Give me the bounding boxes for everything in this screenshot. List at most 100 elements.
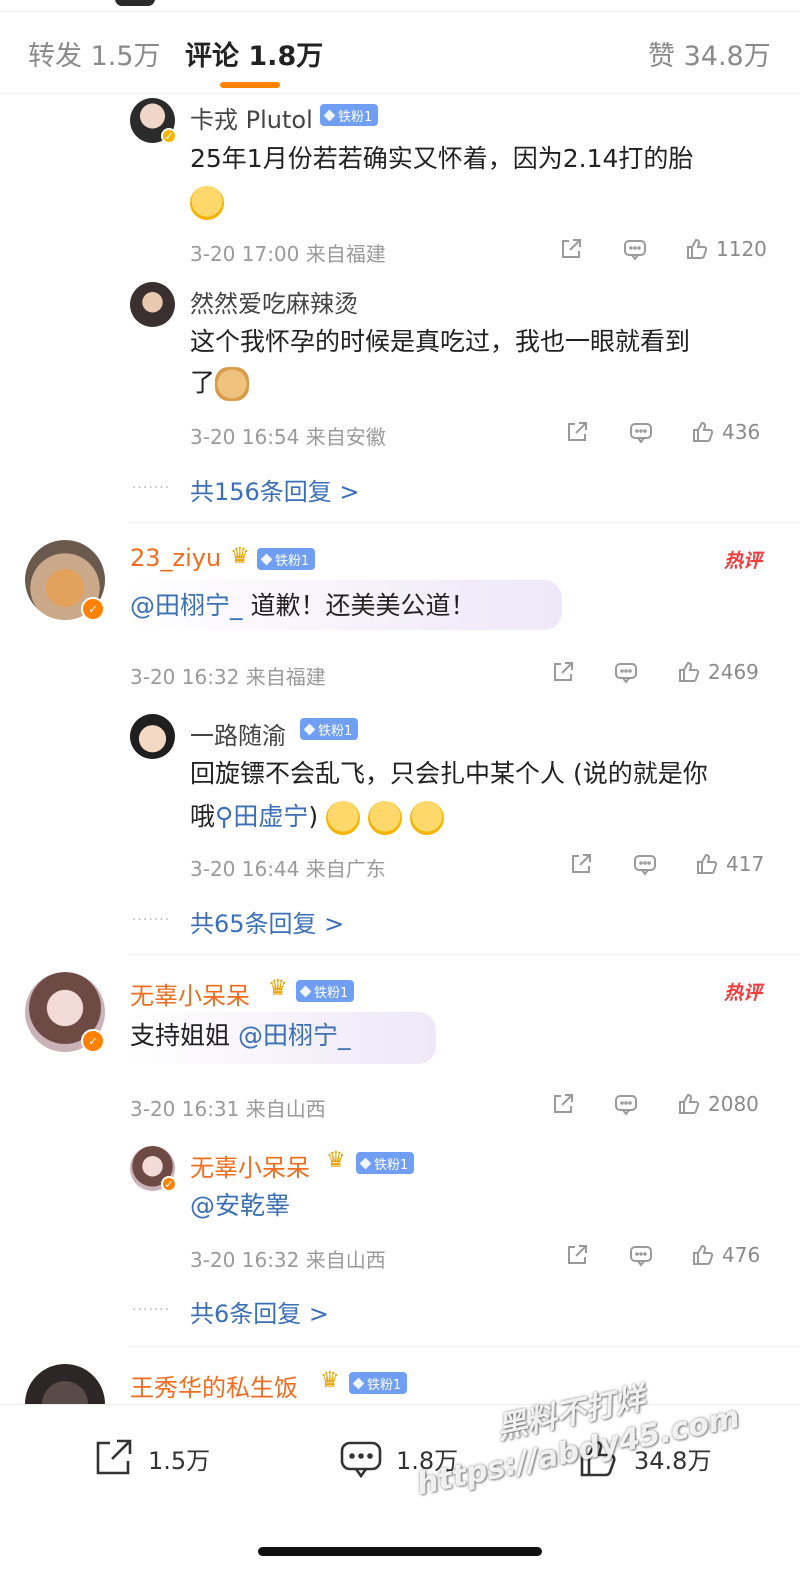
diamond-icon (359, 1157, 372, 1169)
username[interactable]: 无辜小呆呆 (130, 976, 250, 1011)
crying-emoji-icon (190, 186, 224, 220)
fan-badge-label: 铁粉1 (338, 109, 373, 125)
avatar[interactable]: ✓ (25, 972, 105, 1053)
comment-text-fragment: ) (308, 802, 319, 831)
username[interactable]: 一路随渝 (190, 716, 286, 751)
comment-button[interactable] (622, 236, 648, 262)
like-button[interactable]: 476 (690, 1242, 760, 1268)
comment-text: 支持姐姐 @田栩宁_ (130, 1014, 350, 1057)
divider (130, 1346, 800, 1347)
divider (130, 954, 800, 955)
username[interactable]: 王秀华的私生饭 (130, 1368, 298, 1403)
fan-badge-label: 铁粉1 (318, 723, 353, 739)
share-button[interactable] (568, 851, 594, 877)
like-button[interactable]: 417 (694, 851, 764, 877)
share-button[interactable] (564, 1242, 590, 1268)
mention-link[interactable]: @田栩宁_ (130, 591, 243, 620)
username[interactable]: 卡戎 Plutol (190, 100, 313, 135)
comment-button[interactable] (613, 1091, 639, 1117)
view-replies-link[interactable]: 共65条回复 > (190, 904, 344, 939)
comment-button[interactable] (628, 1242, 654, 1268)
fan-badge: 铁粉1 (257, 548, 316, 570)
like-bar-button[interactable]: 34.8万 (576, 1435, 711, 1481)
comment-button[interactable] (628, 419, 654, 445)
like-count: 476 (722, 1243, 761, 1267)
comment-icon (622, 236, 648, 262)
tab-comments[interactable]: 评论 1.8万 (185, 34, 323, 73)
diamond-icon (352, 1377, 365, 1389)
share-button[interactable] (558, 236, 584, 262)
thumbs-up-icon (694, 851, 720, 877)
thumbs-up-icon (684, 236, 710, 262)
fan-badge: 铁粉1 (296, 980, 355, 1002)
like-button[interactable]: 2469 (676, 659, 759, 685)
view-replies-link[interactable]: 共156条回复 > (190, 472, 360, 507)
username[interactable]: 无辜小呆呆 (190, 1148, 310, 1183)
verified-icon: ✓ (161, 128, 177, 144)
share-icon (96, 1439, 132, 1475)
share-icon (564, 1242, 590, 1268)
diamond-icon (260, 553, 273, 565)
diamond-icon (323, 109, 336, 121)
avatar[interactable]: ✓ (25, 540, 105, 621)
view-replies-link[interactable]: 共6条回复 > (190, 1294, 329, 1329)
like-button[interactable]: 436 (690, 419, 760, 445)
diamond-icon (303, 723, 316, 735)
thumbs-up-icon (580, 1440, 616, 1477)
comment-text: 回旋镖不会乱飞，只会扎中某个人 (说的就是你 (190, 759, 708, 788)
tab-likes[interactable]: 赞 34.8万 (648, 34, 771, 73)
avatar[interactable]: ✓ (130, 1146, 177, 1192)
search-icon: ⚲ (215, 802, 234, 831)
fan-badge-label: 铁粉1 (314, 985, 349, 1001)
repost-button[interactable]: 1.5万 (90, 1435, 210, 1481)
thumbs-up-icon (676, 659, 702, 685)
share-button[interactable] (550, 1091, 576, 1117)
comment-text: 25年1月份若若确实又怀着，因为2.14打的胎 (190, 144, 694, 173)
comment-button[interactable] (613, 659, 639, 685)
share-icon (568, 851, 594, 877)
comment-button[interactable] (632, 851, 658, 877)
fan-badge-label: 铁粉1 (367, 1377, 402, 1393)
mention-link[interactable]: @田栩宁_ (238, 1021, 351, 1050)
comment-icon (340, 1441, 382, 1479)
username[interactable]: 然然爱吃麻辣烫 (190, 284, 358, 319)
smile-emoji-icon (368, 801, 403, 835)
comment-text: 这个我怀孕的时候是真吃过，我也一眼就看到 (190, 327, 691, 356)
like-count: 2469 (708, 660, 759, 684)
like-button[interactable]: 1120 (684, 236, 767, 262)
mention-link[interactable]: @安乾睾 (190, 1191, 290, 1220)
share-button[interactable] (564, 419, 590, 445)
thread-dots: ······· (132, 480, 171, 496)
timestamp-location: 3-20 16:32 来自山西 (190, 1248, 386, 1272)
timestamp-location: 3-20 16:32 来自福建 (130, 665, 326, 689)
tab-bar: 转发 1.5万 评论 1.8万 赞 34.8万 (0, 14, 800, 94)
avatar[interactable] (130, 282, 175, 327)
previous-content-strip (0, 0, 800, 12)
avatar[interactable]: ✓ (130, 98, 177, 144)
smile-emoji-icon (326, 801, 361, 835)
comment-bar-button[interactable]: 1.8万 (338, 1435, 458, 1481)
like-count: 34.8万 (634, 1446, 712, 1475)
diamond-icon (299, 985, 312, 997)
divider (130, 522, 800, 523)
crown-icon: ♛ (268, 976, 288, 1001)
comment-text-fragment: 支持姐姐 (130, 1021, 238, 1050)
bottom-action-bar: 1.5万 1.8万 34.8万 (0, 1404, 800, 1576)
avatar[interactable] (130, 714, 175, 759)
share-icon (558, 236, 584, 262)
hot-comment-badge: 热评 (724, 550, 763, 572)
fan-badge: 铁粉1 (349, 1372, 408, 1394)
share-button[interactable] (550, 659, 576, 685)
tab-repost[interactable]: 转发 1.5万 (28, 34, 161, 73)
username[interactable]: 23_ziyu (130, 544, 221, 572)
comment-text-fragment: 哦 (190, 802, 216, 831)
search-link-label: 田虚宁 (233, 802, 309, 831)
share-icon (550, 1091, 576, 1117)
comment-text-fragment: 道歉！还美美公道！ (242, 591, 476, 620)
crown-icon: ♛ (326, 1148, 346, 1173)
comment-text-line2: 了 (190, 361, 250, 404)
verified-icon: ✓ (161, 1176, 177, 1192)
search-link[interactable]: ⚲田虚宁 (215, 802, 308, 831)
like-button[interactable]: 2080 (676, 1091, 759, 1117)
comment-count: 1.8万 (396, 1446, 459, 1475)
